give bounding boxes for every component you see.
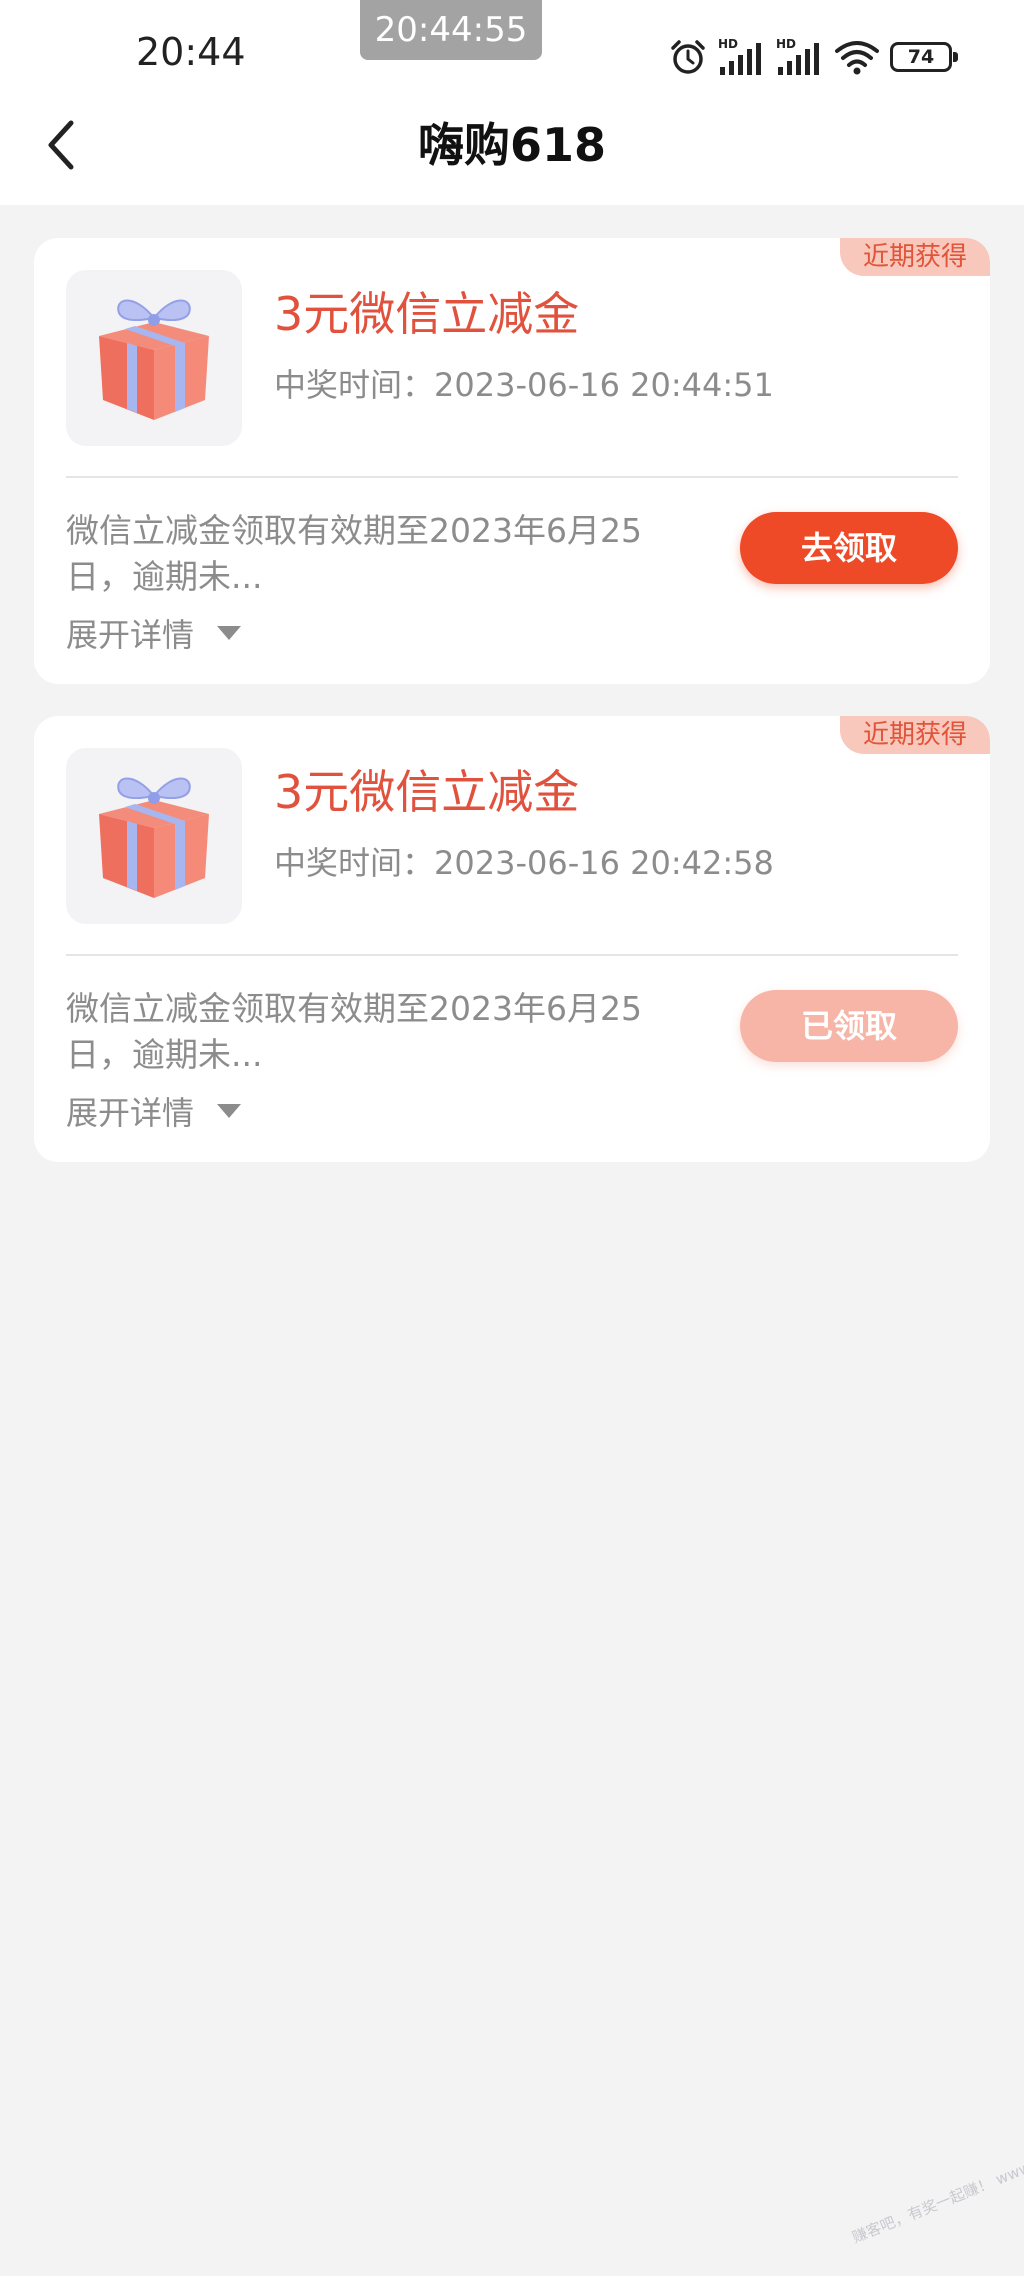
recent-badge: 近期获得 [840,716,990,754]
hd-label: HD [718,37,738,51]
prize-description: 微信立减金领取有效期至2023年6月25日，逾期未... [66,989,642,1074]
gift-thumbnail [66,748,242,924]
expand-details[interactable]: 展开详情 [66,610,242,656]
status-icons: HD HD 74 [668,34,958,80]
page-title: 嗨购618 [417,118,607,172]
gift-thumbnail [66,270,242,446]
prize-card: 近期获得 3元微信立减金 中奖时间：2023-06-16 20:42:58 微信… [34,716,990,1162]
caret-down-icon [217,1104,242,1118]
back-arrow-icon [48,120,74,170]
divider [66,476,958,478]
award-time: 中奖时间：2023-06-16 20:44:51 [274,366,774,404]
prize-description: 微信立减金领取有效期至2023年6月25日，逾期未... [66,511,642,596]
prize-card: 近期获得 3元微信立减金 中奖时间：2023-06-16 20:44:51 微信… [34,238,990,684]
screenshot-time-overlay: 20:44:55 [360,0,542,60]
status-time: 20:44 [136,30,246,74]
wifi-icon [835,41,879,75]
expand-details-label: 展开详情 [66,616,195,654]
watermark: 赚客吧，有奖一起赚！ www.zuanke8.com [849,2119,1024,2247]
hd-label: HD [776,37,796,51]
divider [66,954,958,956]
recent-badge: 近期获得 [840,238,990,276]
battery-icon: 74 [890,42,958,72]
prize-title: 3元微信立减金 [274,765,580,819]
claimed-button[interactable]: 已领取 [740,990,958,1062]
expand-details[interactable]: 展开详情 [66,1088,242,1134]
award-time: 中奖时间：2023-06-16 20:42:58 [274,844,774,882]
page: 20:44 20:44:55 HD HD 74 嗨购618 近期获得 3元微信立… [0,0,1024,2276]
header: 20:44 20:44:55 HD HD 74 嗨购618 [0,0,1024,205]
gift-icon [99,299,209,420]
gift-icon [99,777,209,898]
claim-button[interactable]: 去领取 [740,512,958,584]
signal-icon: HD [776,37,819,75]
prize-title: 3元微信立减金 [274,287,580,341]
expand-details-label: 展开详情 [66,1094,195,1132]
alarm-icon [671,40,705,74]
caret-down-icon [217,626,242,640]
back-button[interactable] [36,110,86,180]
signal-icon: HD [718,37,761,75]
